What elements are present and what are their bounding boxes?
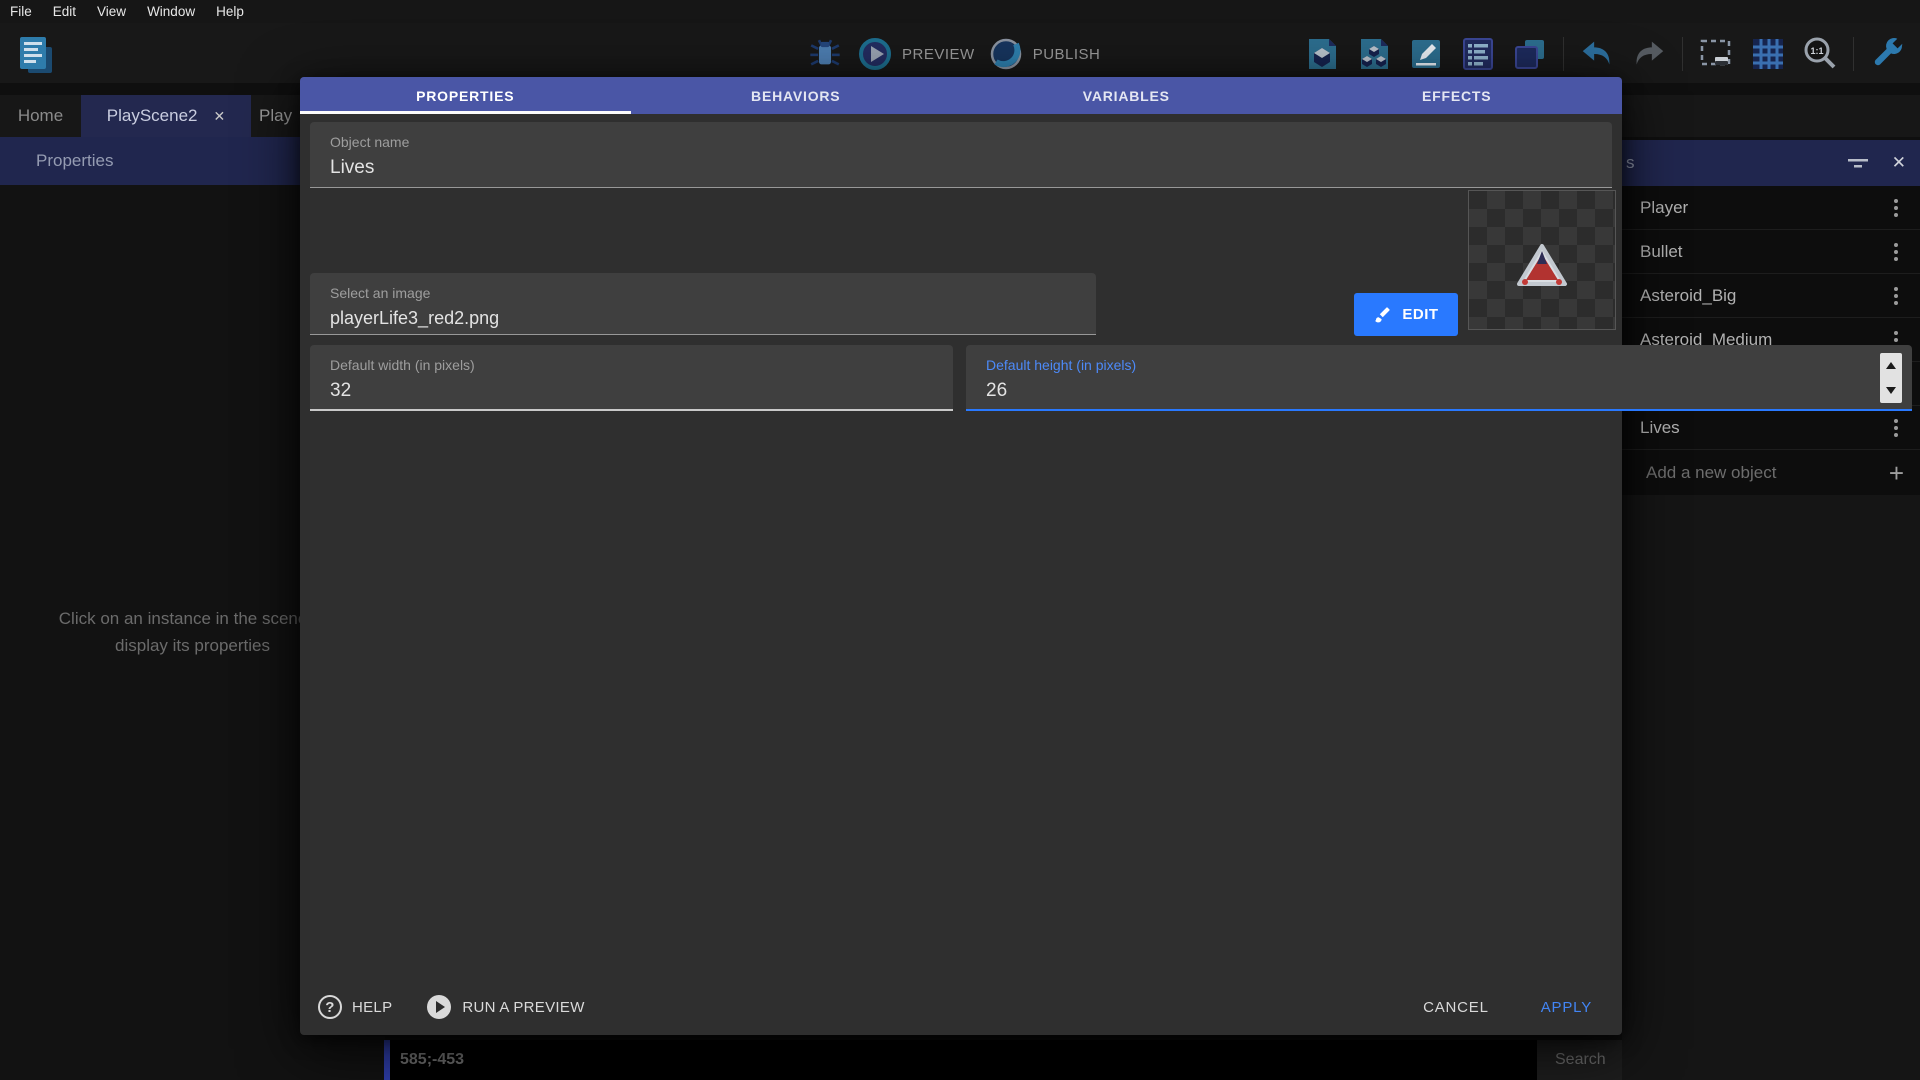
select-image-field[interactable]: Select an image playerLife3_red2.png [310,273,1096,335]
object-name-field[interactable]: Object name Lives [310,122,1612,188]
undo-icon[interactable] [1578,35,1616,73]
select-image-label: Select an image [330,285,1076,301]
properties-panel-title: Properties [36,151,113,171]
tab-playscene2[interactable]: PlayScene2 ✕ [81,95,251,137]
menu-file[interactable]: File [10,4,32,19]
publish-label: PUBLISH [1033,46,1101,63]
publish-globe-icon [988,36,1024,72]
object-name-label: Object name [330,134,1592,150]
default-width-value: 32 [330,380,933,402]
menu-edit[interactable]: Edit [53,4,76,19]
svg-text:1:1: 1:1 [1810,46,1823,56]
menu-help[interactable]: Help [216,4,244,19]
run-preview-label: RUN A PREVIEW [462,999,584,1016]
toolbar: PREVIEW PUBLISH [0,23,1920,83]
menu-bar: File Edit View Window Help [0,0,1920,23]
object-properties-dialog: PROPERTIES BEHAVIORS VARIABLES EFFECTS O… [300,77,1622,1035]
apply-button[interactable]: APPLY [1541,999,1592,1016]
close-tab-icon[interactable]: ✕ [214,108,226,125]
image-thumbnail[interactable] [1468,190,1616,330]
add-object-row[interactable]: Add a new object + [1622,450,1920,495]
edit-button-label: EDIT [1402,306,1438,323]
settings-wrench-icon[interactable] [1868,35,1906,73]
close-panel-icon[interactable]: ✕ [1892,153,1906,173]
active-tab-indicator [300,111,631,114]
menu-window[interactable]: Window [147,4,195,19]
object-row-asteroid-big[interactable]: Asteroid_Big [1622,274,1920,318]
tab-play-label: Play [259,106,292,126]
edit-image-button[interactable]: EDIT [1354,293,1458,336]
default-width-label: Default width (in pixels) [330,357,933,373]
project-manager-icon[interactable] [12,31,58,82]
object-groups-icon[interactable] [1355,35,1393,73]
preview-label: PREVIEW [902,46,975,63]
default-height-label: Default height (in pixels) [986,357,1892,373]
run-preview-play-icon [426,994,452,1020]
objects-panel: s ✕ Player Bullet Asteroid_Big Asteroid_… [1622,140,1920,1080]
publish-button[interactable]: PUBLISH [988,36,1101,72]
spaceship-sprite [1516,243,1568,289]
scene-status-bar: 585;-453 [390,1040,1537,1080]
zoom-1to1-icon[interactable]: 1:1 [1801,35,1839,73]
tab-home-label: Home [18,106,63,126]
gdevelop-window: File Edit View Window Help [0,0,1920,1080]
preview-button[interactable]: PREVIEW [857,36,975,72]
help-label: HELP [352,999,392,1016]
object-row-player[interactable]: Player [1622,186,1920,230]
dialog-tab-variables[interactable]: VARIABLES [961,77,1292,114]
layers-icon[interactable] [1511,35,1549,73]
edit-scene-properties-icon[interactable] [1407,35,1445,73]
filter-icon[interactable] [1846,154,1870,172]
redo-icon[interactable] [1630,35,1668,73]
spinner-down-button[interactable] [1880,378,1902,403]
cancel-button[interactable]: CANCEL [1423,999,1489,1016]
object-row-bullet[interactable]: Bullet [1622,230,1920,274]
grid-icon[interactable] [1749,35,1787,73]
object-row-lives[interactable]: Lives [1622,406,1920,450]
dialog-tab-properties[interactable]: PROPERTIES [300,77,631,114]
default-height-value: 26 [986,380,1892,402]
dialog-tab-effects[interactable]: EFFECTS [1292,77,1623,114]
row-menu-icon[interactable] [1890,283,1902,309]
debug-icon[interactable] [806,35,844,73]
cursor-coordinates: 585;-453 [400,1051,464,1069]
dialog-tab-bar: PROPERTIES BEHAVIORS VARIABLES EFFECTS [300,77,1622,114]
capture-icon[interactable] [1697,35,1735,73]
height-spinner [1880,353,1902,403]
tab-playscene2-label: PlayScene2 [107,106,198,126]
toolbar-separator [1682,37,1683,71]
default-width-field[interactable]: Default width (in pixels) 32 [310,345,953,411]
instances-list-icon[interactable] [1459,35,1497,73]
preview-play-icon [857,36,893,72]
add-object-icon[interactable] [1303,35,1341,73]
spinner-up-button[interactable] [1880,353,1902,378]
row-menu-icon[interactable] [1890,415,1902,441]
dialog-footer: ? HELP RUN A PREVIEW CANCEL APPLY [300,985,1622,1029]
help-button[interactable]: ? HELP [318,995,392,1019]
help-icon: ? [318,995,342,1019]
row-menu-icon[interactable] [1890,239,1902,265]
toolbar-separator [1563,37,1564,71]
plus-icon: + [1889,463,1904,483]
brush-icon [1373,305,1392,324]
tab-home[interactable]: Home [0,95,81,137]
select-image-value: playerLife3_red2.png [330,308,1076,329]
default-height-field[interactable]: Default height (in pixels) 26 [966,345,1912,411]
row-menu-icon[interactable] [1890,195,1902,221]
objects-panel-header: s ✕ [1622,140,1920,186]
object-name-value: Lives [330,157,1592,179]
objects-panel-title: s [1626,153,1635,173]
toolbar-right: 1:1 [1303,29,1906,79]
toolbar-center: PREVIEW PUBLISH [806,29,1100,79]
run-preview-button[interactable]: RUN A PREVIEW [426,994,584,1020]
dialog-tab-behaviors[interactable]: BEHAVIORS [631,77,962,114]
toolbar-separator [1853,37,1854,71]
menu-view[interactable]: View [97,4,126,19]
